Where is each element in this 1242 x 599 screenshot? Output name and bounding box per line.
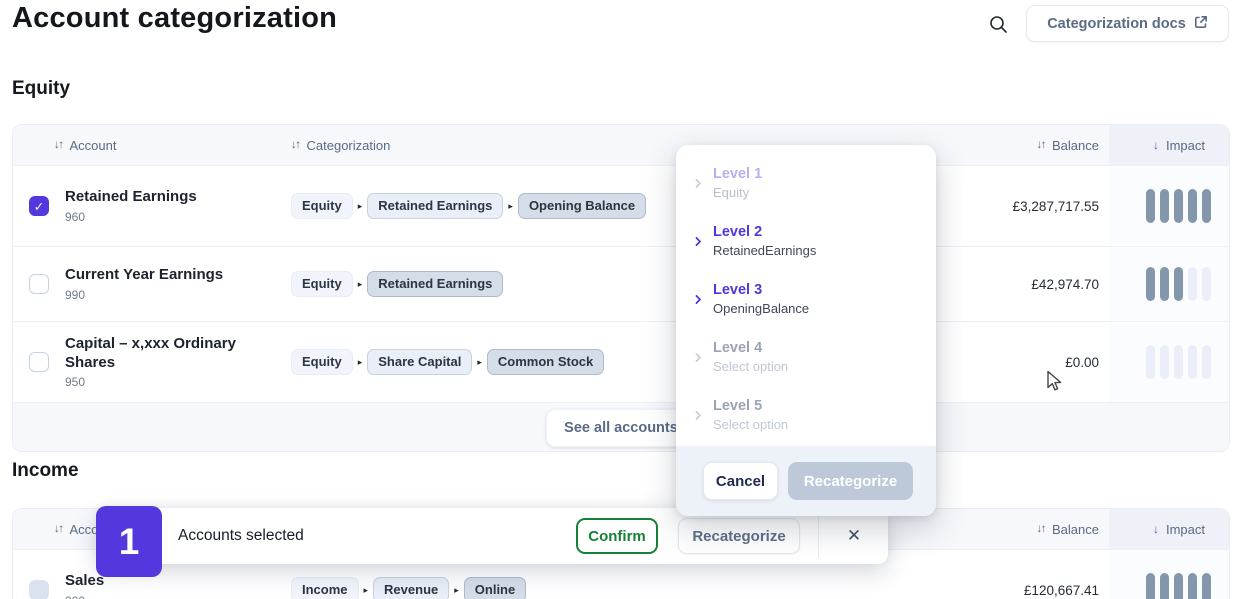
- balance-value: £120,667.41: [869, 583, 1109, 598]
- category-chip: Revenue: [373, 577, 449, 599]
- category-chip: Equity: [291, 271, 353, 298]
- section-title-equity: Equity: [12, 78, 70, 100]
- account-categorization-page: Account categorization Categorization do…: [0, 0, 1242, 599]
- sort-icon: ↓↑: [54, 139, 63, 151]
- level-4-option[interactable]: Level 4 Select option: [676, 328, 936, 386]
- level-label: Level 4: [713, 340, 788, 356]
- account-code: 990: [65, 288, 291, 302]
- table-row: ✓ Retained Earnings 960 Equity ▸ Retaine…: [13, 165, 1229, 246]
- category-chip: Retained Earnings: [367, 193, 503, 220]
- level-label: Level 5: [713, 398, 788, 414]
- external-link-icon: [1194, 15, 1208, 33]
- column-label: Balance: [1052, 138, 1099, 153]
- level-5-option[interactable]: Level 5 Select option: [676, 386, 936, 444]
- cancel-button[interactable]: Cancel: [703, 462, 778, 500]
- row-checkbox[interactable]: ✓: [29, 196, 49, 216]
- level-3-option[interactable]: Level 3 OpeningBalance: [676, 270, 936, 328]
- sort-desc-icon: ↓: [1153, 522, 1159, 536]
- level-label: Level 2: [713, 224, 816, 240]
- account-code: 200: [65, 594, 291, 599]
- category-chip: Retained Earnings: [367, 271, 503, 298]
- recategorize-button-disabled[interactable]: Recategorize: [788, 462, 913, 500]
- account-name: Sales: [65, 572, 291, 591]
- selection-bar-label: Accounts selected: [178, 508, 304, 564]
- chevron-right-icon: [692, 410, 702, 420]
- sort-icon: ↓↑: [54, 523, 63, 535]
- account-name: Current Year Earnings: [65, 266, 291, 285]
- equity-table: ↓↑ Account ↓↑ Categorization ↓↑ Balance …: [12, 124, 1230, 452]
- account-code: 950: [65, 375, 291, 389]
- divider: [818, 514, 819, 558]
- account-code: 960: [65, 210, 291, 224]
- level-value: Select option: [713, 359, 788, 374]
- check-icon: ✓: [34, 199, 44, 214]
- category-chip: Online: [464, 577, 526, 599]
- chip-separator-icon: ▸: [454, 585, 459, 596]
- column-header-impact[interactable]: ↓ Impact: [1109, 125, 1229, 165]
- column-label: Impact: [1166, 138, 1205, 153]
- column-header-balance[interactable]: ↓↑ Balance: [869, 522, 1109, 537]
- see-all-accounts-button[interactable]: See all accounts: [546, 409, 696, 447]
- selection-bar: 1 Accounts selected Confirm Recategorize…: [96, 508, 888, 564]
- impact-meter: [1109, 247, 1229, 321]
- chevron-right-icon: [692, 294, 702, 304]
- row-checkbox[interactable]: ✓: [29, 352, 49, 372]
- impact-meter: [1109, 322, 1229, 402]
- level-1-option: Level 1 Equity: [676, 154, 936, 212]
- sort-icon: ↓↑: [1037, 523, 1046, 535]
- confirm-button[interactable]: Confirm: [576, 518, 658, 554]
- column-header-impact[interactable]: ↓ Impact: [1109, 509, 1229, 549]
- column-label: Categorization: [307, 138, 391, 153]
- close-icon[interactable]: ✕: [836, 520, 872, 552]
- column-label: Impact: [1166, 522, 1205, 537]
- sort-desc-icon: ↓: [1153, 138, 1159, 152]
- category-chip: Common Stock: [487, 349, 604, 376]
- impact-meter: [1109, 550, 1229, 599]
- category-chip: Equity: [291, 349, 353, 376]
- categorization-docs-button[interactable]: Categorization docs: [1026, 5, 1229, 42]
- level-value: RetainedEarnings: [713, 243, 816, 258]
- level-2-option[interactable]: Level 2 RetainedEarnings: [676, 212, 936, 270]
- chip-separator-icon: ▸: [477, 357, 482, 368]
- docs-button-label: Categorization docs: [1047, 16, 1186, 32]
- impact-meter: [1109, 166, 1229, 246]
- chip-separator-icon: ▸: [358, 279, 363, 290]
- chip-separator-icon: ▸: [508, 201, 513, 212]
- chip-separator-icon: ▸: [364, 585, 369, 596]
- selected-count-badge: 1: [96, 506, 162, 577]
- category-chip: Opening Balance: [518, 193, 646, 220]
- chip-separator-icon: ▸: [358, 357, 363, 368]
- table-header: ↓↑ Account ↓↑ Categorization ↓↑ Balance …: [13, 125, 1229, 165]
- recategorize-popup: Level 1 Equity Level 2 RetainedEarnings …: [676, 145, 936, 516]
- level-value: OpeningBalance: [713, 301, 809, 316]
- chip-separator-icon: ▸: [358, 201, 363, 212]
- category-chip: Income: [291, 577, 359, 599]
- account-name: Retained Earnings: [65, 188, 291, 207]
- level-value: Equity: [713, 185, 762, 200]
- sort-icon: ↓↑: [291, 139, 300, 151]
- column-label: Balance: [1052, 522, 1099, 537]
- table-footer: See all accounts: [13, 402, 1229, 452]
- row-checkbox[interactable]: ✓: [29, 274, 49, 294]
- category-chip: Share Capital: [367, 349, 472, 376]
- level-label: Level 3: [713, 282, 809, 298]
- chevron-right-icon: [692, 178, 702, 188]
- table-row: ✓ Current Year Earnings 990 Equity ▸ Ret…: [13, 246, 1229, 321]
- popup-footer: Cancel Recategorize: [676, 446, 936, 516]
- section-title-income: Income: [12, 460, 79, 482]
- chevron-right-icon: [692, 352, 702, 362]
- table-row: ✓ Capital – x,xxx Ordinary Shares 950 Eq…: [13, 321, 1229, 402]
- page-title: Account categorization: [12, 2, 337, 35]
- row-checkbox[interactable]: ✓: [29, 580, 49, 599]
- search-icon[interactable]: [986, 12, 1010, 36]
- sort-icon: ↓↑: [1037, 139, 1046, 151]
- level-value: Select option: [713, 417, 788, 432]
- level-label: Level 1: [713, 166, 762, 182]
- column-header-account[interactable]: ↓↑ Account: [54, 138, 291, 153]
- account-name: Capital – x,xxx Ordinary Shares: [65, 335, 291, 373]
- recategorize-button[interactable]: Recategorize: [678, 518, 800, 554]
- column-label: Account: [70, 138, 117, 153]
- chevron-right-icon: [692, 236, 702, 246]
- category-chip: Equity: [291, 193, 353, 220]
